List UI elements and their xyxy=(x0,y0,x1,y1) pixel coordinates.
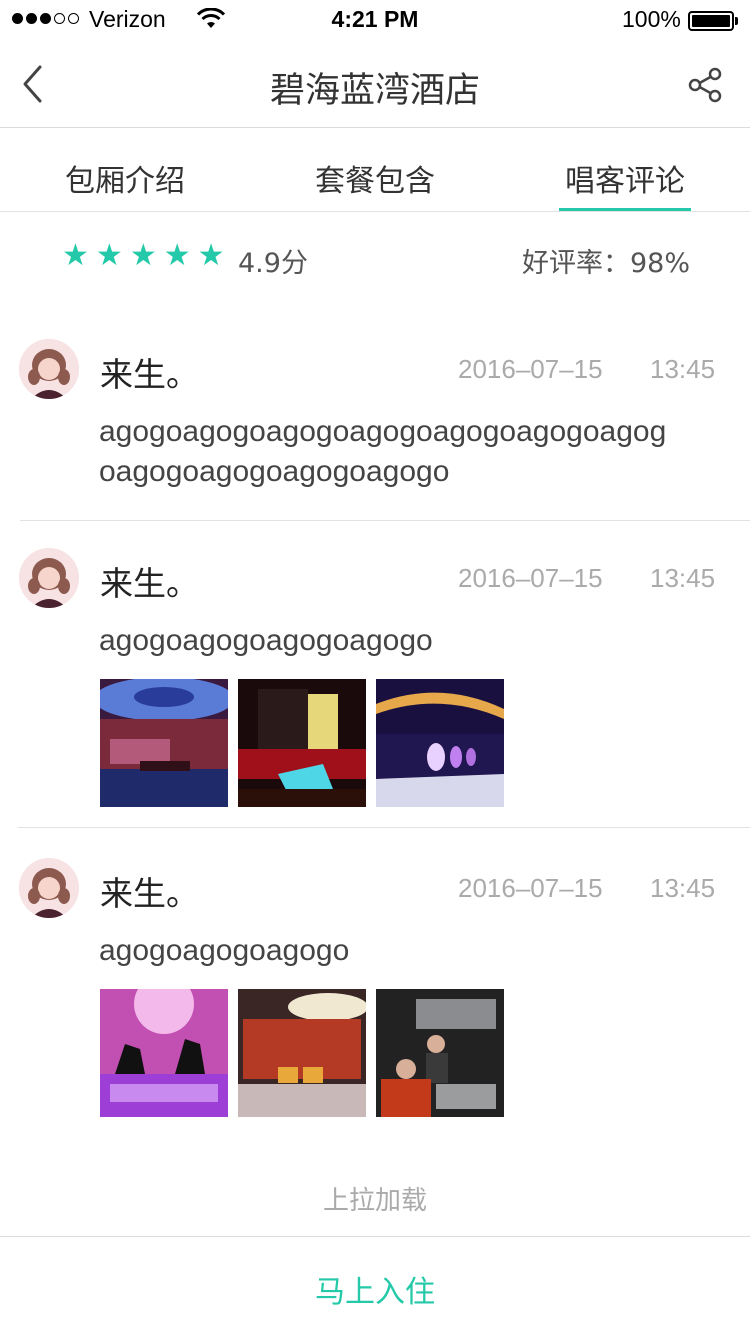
hall-seating-photo[interactable] xyxy=(238,989,366,1117)
rating-summary: ★ ★ ★ ★ ★ 4.9分 好评率：98% xyxy=(0,212,750,304)
tab-label: 包厢介绍 xyxy=(65,164,185,199)
tab-package[interactable]: 套餐包含 xyxy=(250,129,500,211)
review-time: 13:45 xyxy=(650,873,716,903)
battery-icon xyxy=(688,11,734,31)
star-rating: ★ ★ ★ ★ ★ xyxy=(62,241,225,271)
review-text: agogoagogoagogoagogo xyxy=(99,624,433,657)
review-time: 13:45 xyxy=(650,354,716,384)
reviewer-name: 来生。 xyxy=(100,564,199,603)
tab-bar: 包厢介绍 套餐包含 唱客评论 xyxy=(0,129,750,212)
star-icon: ★ xyxy=(95,238,123,273)
guests-photo[interactable] xyxy=(376,989,504,1117)
party-dance-photo[interactable] xyxy=(100,989,228,1117)
bottom-action-bar: 马上入住 xyxy=(0,1236,750,1334)
good-review-rate: 好评率：98% xyxy=(521,248,690,279)
avatar[interactable] xyxy=(19,548,79,608)
review-time: 13:45 xyxy=(650,563,716,593)
review-text: agogoagogoagogoagogoagogoagogoagogoagogo… xyxy=(99,415,667,488)
review-item: 来生。 2016–07–15 13:45 agogoagogoagogoagog… xyxy=(0,521,750,828)
review-item: 来生。 2016–07–15 13:45 agogoagogoagogoagog… xyxy=(0,304,750,521)
rating-score: 4.9分 xyxy=(238,248,308,279)
star-icon: ★ xyxy=(62,238,89,273)
review-text: agogoagogoagogo xyxy=(99,934,350,967)
battery-percentage: 100% xyxy=(622,6,681,32)
ktv-lounge-photo[interactable] xyxy=(238,679,366,807)
pull-to-load-hint: 上拉加载 xyxy=(322,1186,427,1216)
battery-cap xyxy=(735,17,738,25)
review-date: 2016–07–15 xyxy=(458,563,603,593)
avatar[interactable] xyxy=(19,858,79,918)
avatar[interactable] xyxy=(19,339,79,399)
ktv-bar-photo[interactable] xyxy=(376,679,504,807)
star-icon: ★ xyxy=(129,238,157,273)
tab-label: 套餐包含 xyxy=(315,164,435,199)
page-title: 碧海蓝湾酒店 xyxy=(269,71,480,111)
active-tab-indicator xyxy=(559,208,691,211)
review-photos xyxy=(100,989,504,1117)
review-date: 2016–07–15 xyxy=(458,873,603,903)
reviewer-name: 来生。 xyxy=(100,874,199,913)
review-date: 2016–07–15 xyxy=(458,354,603,384)
share-icon xyxy=(688,67,722,103)
ktv-room-photo[interactable] xyxy=(100,679,228,807)
review-item: 来生。 2016–07–15 13:45 agogoagogoagogo xyxy=(0,828,750,1128)
star-icon: ★ xyxy=(163,238,191,273)
check-in-now-button[interactable]: 马上入住 xyxy=(0,1267,750,1311)
share-button[interactable] xyxy=(684,64,726,106)
review-photos xyxy=(100,679,504,807)
status-bar: Verizon 4:21 PM 100% xyxy=(0,0,750,40)
star-icon: ★ xyxy=(197,238,225,273)
tab-reviews[interactable]: 唱客评论 xyxy=(500,129,750,211)
tab-label: 唱客评论 xyxy=(565,164,685,199)
navigation-bar: 碧海蓝湾酒店 xyxy=(0,40,750,128)
reviewer-name: 来生。 xyxy=(100,355,199,394)
tab-room-intro[interactable]: 包厢介绍 xyxy=(0,129,250,211)
